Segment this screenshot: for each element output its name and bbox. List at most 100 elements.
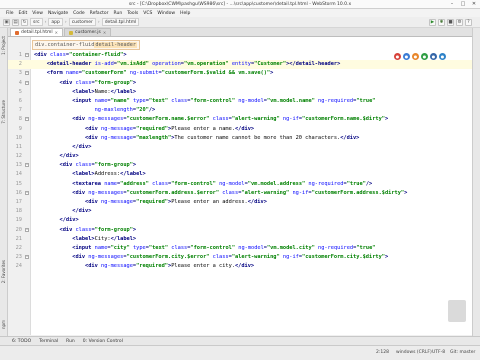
code-text: <textarea name="address" class="form-con… [72,180,373,187]
code-line[interactable]: 17 <div ng-message="required">Please ent… [8,198,472,207]
caret-position[interactable]: 2:128 [376,350,389,355]
file-encoding[interactable]: UTF-8 [432,350,445,355]
code-line[interactable]: 12 </div> [8,152,472,161]
line-separator[interactable]: windows (CRLF) [396,350,432,355]
line-number: 1 [18,52,22,58]
line-number: 5 [18,88,22,95]
code-line[interactable]: 7 ng-maxlength="20"/> [8,106,472,115]
menu-run[interactable]: Run [114,11,123,16]
line-number: 4 [18,79,22,86]
code-line[interactable]: 2 <detail-header is-add="vm.isAdd" opera… [8,60,472,70]
bottom-tool-tabs: 6: TODO Terminal Run 0: Version Control [0,336,480,345]
code-text: <form name="customerForm" ng-submit="cus… [46,70,274,77]
debug-icon[interactable]: ✱ [438,19,445,26]
help-icon[interactable]: ? [465,19,472,26]
close-icon[interactable]: ✕ [470,1,478,7]
code-line[interactable]: 9 <div ng-message="required">Please ente… [8,125,472,134]
right-tool-strip [472,28,480,346]
code-line[interactable]: 14 <label>Address:</label> [8,170,472,179]
code-line[interactable]: 3− <form name="customerForm" ng-submit="… [8,69,472,78]
menu-refactor[interactable]: Refactor [90,11,109,16]
code-line[interactable]: 21 <label>City:</label> [8,235,472,244]
code-line[interactable]: 4− <div class="form-group"> [8,79,472,88]
nav-crumb-src[interactable]: src [30,18,43,26]
code-text: <input name="name" type="text" class="fo… [72,97,376,104]
line-number: 20 [15,226,22,233]
code-line[interactable]: 11 </div> [8,143,472,152]
nav-crumb-app[interactable]: app [48,18,63,26]
element-breadcrumb[interactable]: div.container-fluiddetail-header [32,40,140,50]
fold-toggle-icon[interactable]: − [25,117,29,122]
menu-navigate[interactable]: Navigate [48,11,68,16]
code-line[interactable]: 13− <div class="form-group"> [8,161,472,170]
maximize-icon[interactable]: □ [459,1,467,7]
nav-crumb-customer[interactable]: customer [68,18,96,26]
fold-toggle-icon[interactable]: − [25,71,29,76]
fold-toggle-icon[interactable]: − [25,255,29,260]
code-line[interactable]: 24 <div ng-message="required">Please ent… [8,262,472,271]
close-tab-icon[interactable]: ✕ [55,30,58,35]
menu-help[interactable]: Help [180,11,190,16]
code-line[interactable]: 10 <div ng-message="maxlength">The custo… [8,134,472,143]
menu-vcs[interactable]: VCS [143,11,152,16]
fold-toggle-icon[interactable]: − [25,163,29,168]
code-line[interactable]: 19 </div> [8,216,472,225]
code-text: ng-maxlength="20"/> [94,107,156,114]
menu-tools[interactable]: Tools [127,11,138,16]
close-tab-icon[interactable]: ✕ [103,30,106,35]
fold-toggle-icon[interactable]: − [25,80,29,85]
code-text: <div class="form-group"> [59,162,137,169]
line-number: 13 [15,162,22,169]
line-number: 8 [18,116,22,123]
tool-tab-favorites[interactable]: 2: Favorites [1,260,7,283]
code-line[interactable]: 18 </div> [8,207,472,216]
code-text: </div> [59,153,79,160]
code-text: <div class="form-group"> [59,226,137,233]
tool-tab-run[interactable]: Run [66,339,75,344]
line-number: 21 [15,235,22,242]
logo-watermark [448,300,466,322]
menu-view[interactable]: View [32,11,43,16]
menu-file[interactable]: File [6,11,14,16]
run-icon[interactable]: ▶ [429,19,436,26]
code-line[interactable]: 15 <textarea name="address" class="form-… [8,180,472,189]
tool-tab-terminal[interactable]: Terminal [39,339,58,344]
stop-icon[interactable]: ■ [447,19,454,26]
git-branch[interactable]: Git: master [450,350,475,355]
tool-tab-version-control[interactable]: 0: Version Control [83,339,123,344]
tool-tab-project[interactable]: 1: Project [1,36,7,55]
code-line[interactable]: 1− <div class="container-fluid"> [8,51,472,60]
menu-window[interactable]: Window [157,11,175,16]
code-line[interactable]: 5 <label>Name:</label> [8,88,472,97]
left-tool-strip: 1: Project 7: Structure 2: Favorites npm [0,28,8,346]
code-line[interactable]: 6 <input name="name" type="text" class="… [8,97,472,106]
code-editor[interactable]: div.container-fluiddetail-header ● ● ● ●… [8,37,472,335]
tool-tab-todo[interactable]: 6: TODO [12,339,31,344]
tool-tab-npm[interactable]: npm [1,320,7,329]
tab-customer-js[interactable]: customer.js ✕ [64,28,112,36]
chevron-right-icon: › [64,19,67,25]
menu-code[interactable]: Code [73,11,85,16]
settings-icon[interactable]: ⚙ [456,19,463,26]
fold-toggle-icon[interactable]: − [25,227,29,232]
js-file-icon [69,30,73,35]
open-folder-icon[interactable]: ▣ [3,18,10,26]
save-icon[interactable]: ▤ [12,18,19,26]
sync-icon[interactable]: ↻ [21,18,28,26]
code-line[interactable]: 20− <div class="form-group"> [8,226,472,235]
fold-toggle-icon[interactable]: − [25,190,29,195]
code-line[interactable]: 22 <input name="city" type="text" class=… [8,244,472,253]
tab-detail-tpl[interactable]: detail.tpl.html ✕ [10,28,63,36]
code-line[interactable]: 23− <div ng-messages="customerForm.city.… [8,253,472,262]
fold-toggle-icon[interactable]: − [25,53,29,57]
line-number: 9 [18,125,22,132]
code-line[interactable]: 16− <div ng-messages="customerForm.addre… [8,189,472,198]
tool-tab-structure[interactable]: 7: Structure [1,100,7,124]
minimize-icon[interactable]: – [448,1,456,7]
window-controls: – □ ✕ [448,1,478,7]
code-text: <div ng-message="maxlength">The customer… [85,134,360,141]
menu-edit[interactable]: Edit [19,11,28,16]
code-line[interactable]: 8− <div ng-messages="customerForm.name.$… [8,115,472,124]
nav-crumb-file[interactable]: detail.tpl.html [101,18,140,26]
line-number: 6 [18,97,22,104]
